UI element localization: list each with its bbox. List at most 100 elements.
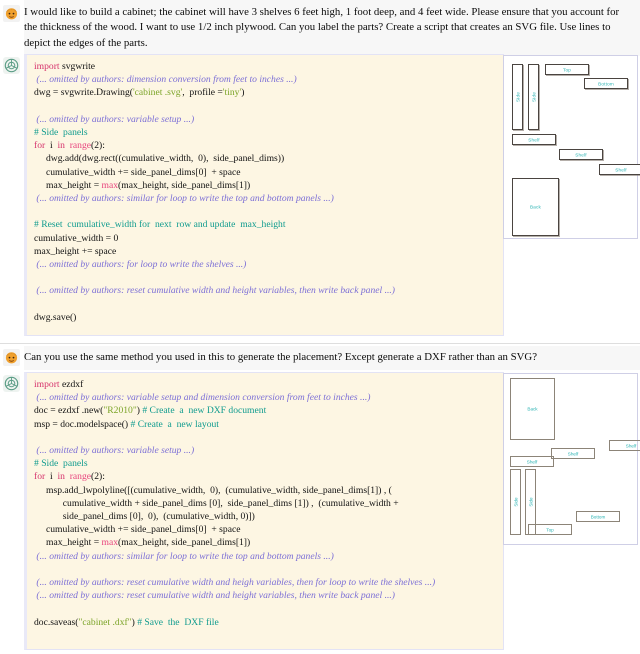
code-token: cumulative_width += side_panel_dims[0] +…: [34, 524, 241, 536]
part-label: Shelf: [526, 459, 538, 464]
part-label: Shelf: [567, 451, 579, 456]
cabinet-part-bottom: Bottom: [584, 78, 628, 89]
code-token: max: [101, 537, 119, 549]
part-label: Back: [527, 406, 538, 412]
part-edge: [528, 524, 529, 535]
code-token: i: [45, 471, 58, 483]
code-token: # Create a new layout: [130, 418, 219, 430]
code-token: (... omitted by authors: similar for loo…: [34, 193, 334, 205]
code-token: (2):: [91, 471, 105, 483]
code-token: (... omitted by authors: similar for loo…: [34, 550, 334, 562]
part-label: Shelf: [575, 152, 587, 157]
part-edge: [576, 511, 620, 512]
code-token: in: [57, 140, 65, 152]
part-edge: [571, 524, 572, 535]
code-token: in: [57, 471, 65, 483]
code-token: msp = doc.modelspace(): [34, 418, 131, 430]
code-token: doc.saveas(: [34, 616, 79, 628]
code-token: for: [34, 140, 46, 152]
cabinet-part-shelf: Shelf: [510, 456, 554, 467]
turn-user-2: Can you use the same method you used in …: [0, 346, 640, 371]
user-message-text: Can you use the same method you used in …: [24, 346, 640, 371]
code-line: (... omitted by authors: variable setup …: [34, 113, 497, 126]
part-edge: [576, 521, 620, 522]
code-token: max: [101, 179, 119, 191]
code-line: cumulative_width += side_panel_dims[0] +…: [34, 166, 497, 179]
code-line: dwg = svgwrite.Drawing('cabinet .svg', p…: [34, 86, 497, 99]
code-token: range: [69, 140, 92, 152]
assistant-code-block-dxf: import ezdxf (... omitted by authors: va…: [24, 372, 504, 650]
part-label: Top: [546, 527, 554, 532]
cabinet-part-shelf: Shelf: [559, 149, 603, 160]
cabinet-part-side: Side: [510, 469, 521, 535]
code-token: (... omitted by authors: for loop to wri…: [34, 259, 247, 271]
code-token: dwg.save(): [34, 311, 77, 323]
code-token: import: [34, 61, 60, 72]
code-token: 'tiny': [222, 87, 242, 99]
code-token: # Create a new DXF document: [142, 405, 267, 417]
code-token: max_height += space: [34, 245, 117, 257]
assistant-code-block-svg: import svgwrite (... omitted by authors:…: [24, 54, 504, 336]
part-edge: [609, 440, 610, 451]
assistant-message-row: import svgwrite (... omitted by authors:…: [0, 54, 640, 336]
cabinet-part-top: Top: [545, 64, 589, 75]
code-token: (max_height, side_panel_dims[1]): [118, 179, 251, 191]
code-token: (... omitted by authors: reset cumulativ…: [34, 590, 395, 602]
code-line: dwg.save(): [34, 311, 497, 324]
code-line: for i in range(2):: [34, 139, 497, 152]
code-line: max_height += space: [34, 245, 497, 258]
part-label: Back: [529, 204, 542, 210]
turn-assistant-2: import ezdxf (... omitted by authors: va…: [0, 372, 640, 654]
code-line: (... omitted by authors: reset cumulativ…: [34, 284, 497, 297]
part-edge: [554, 378, 555, 440]
code-line: max_height = max(max_height, side_panel_…: [34, 536, 497, 549]
part-edge: [553, 456, 554, 467]
code-token: cumulative_width += side_panel_dims[0] +…: [34, 166, 241, 178]
part-edge: [510, 378, 555, 379]
code-line: (... omitted by authors: similar for loo…: [34, 550, 497, 563]
cabinet-part-shelf: Shelf: [512, 134, 556, 145]
code-token: (... omitted by authors: reset cumulativ…: [34, 577, 436, 589]
code-line: for i in range(2):: [34, 470, 497, 483]
code-line: # Side panels: [34, 126, 497, 139]
code-line: doc.saveas("cabinet .dxf") # Save the DX…: [34, 616, 497, 629]
user-message-row: Can you use the same method you used in …: [0, 346, 640, 371]
code-line: max_height = max(max_height, side_panel_…: [34, 179, 497, 192]
part-label: Side: [531, 92, 536, 102]
svg-cabinet-parts-figure: Side Side Top Bottom Shelf Shelf Shelf Back: [503, 55, 640, 239]
code-token: range: [69, 471, 92, 483]
code-line: (... omitted by authors: variable setup …: [34, 391, 497, 404]
cabinet-part-bottom: Bottom: [576, 511, 620, 522]
code-line: msp = doc.modelspace() # Create a new la…: [34, 418, 497, 431]
code-token: "R2010": [103, 405, 137, 417]
part-label: Side: [528, 497, 533, 507]
cabinet-part-side: Side: [528, 64, 539, 130]
code-token: (2):: [91, 140, 105, 152]
cabinet-part-back: Back: [510, 378, 555, 440]
code-token: cumulative_width + side_panel_dims [0], …: [34, 497, 399, 509]
code-token: (... omitted by authors: variable setup …: [34, 392, 371, 404]
code-line: (... omitted by authors: similar for loo…: [34, 192, 497, 205]
part-label: Shelf: [615, 167, 627, 172]
code-line: # Side panels: [34, 457, 497, 470]
code-token: import: [34, 379, 60, 390]
part-edge: [609, 450, 640, 451]
code-token: , profile =: [182, 87, 223, 99]
user-avatar-icon: [3, 5, 20, 22]
part-edge: [510, 378, 511, 440]
code-token: i: [45, 140, 58, 152]
dxf-cabinet-parts-figure: Back Shelf Shelf Shelf Side Side Top Bottom: [503, 373, 640, 545]
code-token: # Side panels: [34, 458, 88, 470]
code-line: cumulative_width += side_panel_dims[0] +…: [34, 523, 497, 536]
code-token: for: [34, 471, 46, 483]
part-edge: [551, 448, 595, 449]
cabinet-part-back: Back: [512, 178, 559, 236]
code-line: cumulative_width + side_panel_dims [0], …: [34, 497, 497, 510]
part-edge: [510, 439, 555, 440]
code-token: # Reset cumulative_width for next row an…: [34, 219, 286, 231]
code-line: (... omitted by authors: reset cumulativ…: [34, 589, 497, 602]
code-line: # Reset cumulative_width for next row an…: [34, 218, 497, 231]
